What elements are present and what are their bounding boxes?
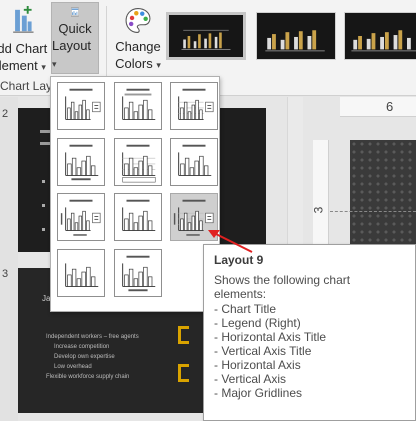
quick-layout-option[interactable] xyxy=(114,138,162,186)
layout-preview-icon xyxy=(65,88,101,120)
tooltip-description: Shows the following chart elements: xyxy=(214,273,351,301)
quick-layout-option[interactable] xyxy=(114,249,162,297)
tooltip-element: - Legend (Right) xyxy=(214,316,301,330)
slide-number: 3 xyxy=(2,268,9,280)
ruler-number: 6 xyxy=(386,99,394,114)
tooltip-element: - Horizontal Axis xyxy=(214,358,301,372)
chart-style-2[interactable] xyxy=(256,12,336,60)
chart-style-3[interactable] xyxy=(344,12,416,60)
tooltip-element-list: - Chart Title - Legend (Right) - Horizon… xyxy=(214,302,405,400)
layout-preview-icon xyxy=(173,199,214,236)
quick-layout-icon xyxy=(71,7,79,17)
layout-preview-icon xyxy=(65,144,99,181)
tooltip-title: Layout 9 xyxy=(214,253,264,267)
quick-layout-button[interactable]: Quick Layout ▾ xyxy=(51,2,99,74)
slide-accent-bracket xyxy=(178,364,189,382)
layout-preview-icon xyxy=(122,88,156,120)
layout-tooltip: Layout 9 Shows the following chart eleme… xyxy=(203,244,416,421)
tooltip-element: - Vertical Axis xyxy=(214,372,287,386)
chart-style-preview-2 xyxy=(265,30,325,52)
layout-preview-icon xyxy=(122,255,156,292)
tooltip-element: - Major Gridlines xyxy=(214,386,303,400)
layout-preview-icon xyxy=(60,199,101,236)
layout-preview-icon xyxy=(178,88,214,120)
chevron-down-icon: ▾ xyxy=(52,59,57,69)
guide-line xyxy=(330,211,416,212)
layout-preview-icon xyxy=(122,199,156,231)
palette-icon xyxy=(125,8,151,33)
horizontal-ruler xyxy=(340,97,416,117)
quick-layout-option[interactable] xyxy=(114,82,162,130)
change-colors-label-line2: Colors xyxy=(115,56,153,71)
quick-layout-option[interactable] xyxy=(57,82,105,130)
slide-number: 2 xyxy=(2,108,9,120)
add-chart-element-label-line1: Add Chart xyxy=(0,41,48,56)
tooltip-element: - Vertical Axis Title xyxy=(214,344,312,358)
chevron-down-icon: ▾ xyxy=(41,62,46,72)
slide-bullet: Develop own expertise xyxy=(54,354,115,360)
tooltip-element: - Horizontal Axis Title xyxy=(214,330,327,344)
tooltip-element: - Chart Title xyxy=(214,302,277,316)
ribbon-divider xyxy=(106,6,107,76)
layout-preview-icon xyxy=(178,144,212,176)
slide-bullet: Flexible workforce supply chain xyxy=(46,374,130,380)
change-colors-button[interactable]: Change Colors ▾ xyxy=(112,2,164,74)
quick-layout-option[interactable] xyxy=(170,138,218,186)
slide-bullet: Independent workers – free agents xyxy=(46,334,139,340)
quick-layout-option[interactable] xyxy=(170,82,218,130)
ruler-number: 3 xyxy=(311,206,326,214)
quick-layout-option[interactable] xyxy=(57,249,105,297)
chevron-down-icon: ▾ xyxy=(156,60,161,70)
slide-accent-bracket xyxy=(178,326,189,344)
quick-layout-option[interactable] xyxy=(57,193,105,241)
add-chart-element-icon xyxy=(13,5,34,33)
chart-style-preview-1 xyxy=(181,29,231,50)
quick-layout-option[interactable] xyxy=(170,193,218,241)
chart-style-preview-3 xyxy=(351,30,416,52)
add-chart-element-label-line2: Element xyxy=(0,58,38,73)
slide-thumbnail-pane[interactable] xyxy=(0,97,18,421)
add-chart-element-button[interactable]: Add Chart Element ▾ xyxy=(0,0,50,76)
quick-layout-label-line2: Layout xyxy=(52,38,92,53)
quick-layout-gallery xyxy=(50,76,220,312)
quick-layout-option[interactable] xyxy=(114,193,162,241)
chart-style-1[interactable] xyxy=(166,12,246,60)
slide-bullet: Low overhead xyxy=(54,364,92,370)
layout-preview-icon xyxy=(65,263,99,287)
quick-layout-option[interactable] xyxy=(57,138,105,186)
change-colors-label-line1: Change xyxy=(115,39,161,54)
quick-layout-label-line1: Quick xyxy=(58,21,92,36)
slide-bullet: Increase competition xyxy=(54,344,110,350)
layout-preview-icon xyxy=(122,144,156,183)
